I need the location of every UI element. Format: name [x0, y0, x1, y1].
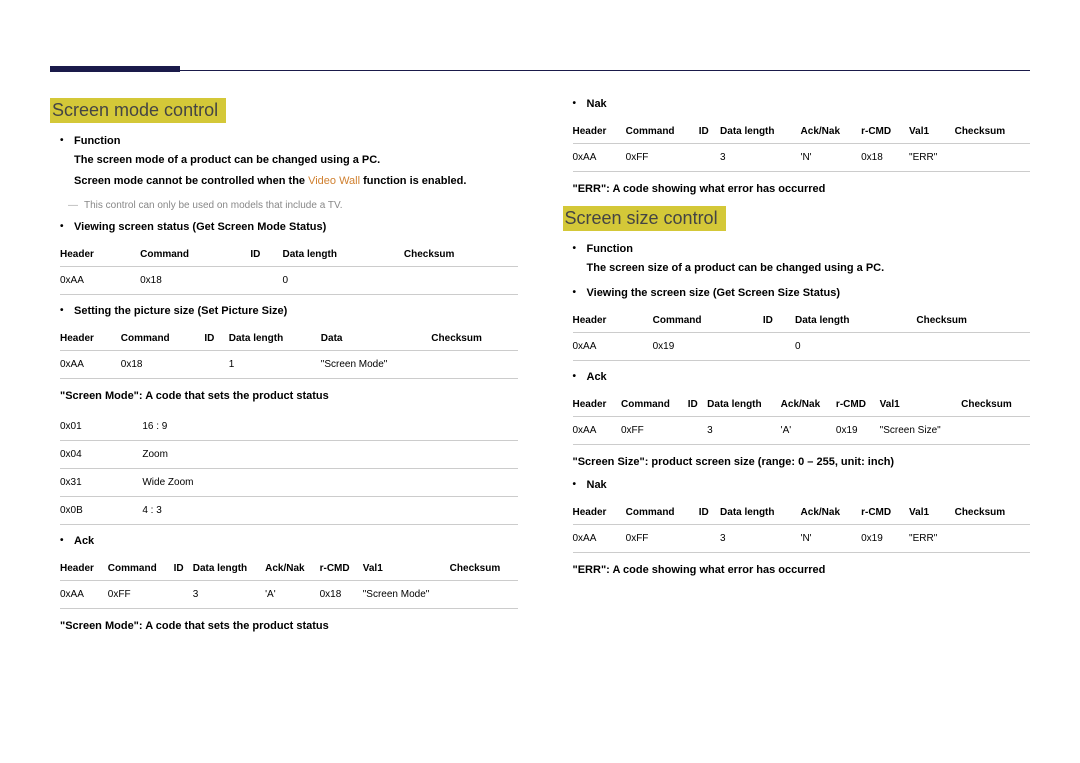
function-desc-size: The screen size of a product can be chan… [573, 261, 1031, 276]
left-column: Screen mode control Function The screen … [50, 98, 518, 643]
header-accent [50, 66, 180, 72]
ack-paragraph-mode: "Screen Mode": A code that sets the prod… [60, 619, 518, 633]
nak-table-mode: Header Command ID Data length Ack/Nak r-… [573, 120, 1031, 172]
nak-table-size: Header Command ID Data length Ack/Nak r-… [573, 501, 1031, 553]
setting-size-label: Setting the picture size (Set Picture Si… [60, 305, 518, 317]
nak-label-size: Nak [573, 479, 1031, 491]
section-title-screen-size: Screen size control [563, 206, 726, 231]
size-paragraph: "Screen Size": product screen size (rang… [573, 455, 1031, 469]
ack-label-size: Ack [573, 371, 1031, 383]
viewing-status-label: Viewing screen status (Get Screen Mode S… [60, 221, 518, 233]
video-wall-text: Video Wall [308, 175, 360, 187]
ack-table-size: Header Command ID Data length Ack/Nak r-… [573, 393, 1031, 445]
modes-paragraph: "Screen Mode": A code that sets the prod… [60, 389, 518, 403]
function-desc-2: Screen mode cannot be controlled when th… [60, 174, 518, 189]
header-rule [50, 70, 1030, 71]
view-size-table: Header Command ID Data length Checksum 0… [573, 309, 1031, 361]
ack-label-mode: Ack [60, 535, 518, 547]
view-status-table: Header Command ID Data length Checksum 0… [60, 243, 518, 295]
right-column: Nak Header Command ID Data length Ack/Na… [563, 98, 1031, 643]
content-columns: Screen mode control Function The screen … [50, 98, 1030, 643]
tv-model-note: This control can only be used on models … [74, 200, 518, 211]
function-label-size: Function [573, 243, 1031, 255]
modes-table: 0x0116 : 9 0x04Zoom 0x31Wide Zoom 0x0B4 … [60, 413, 518, 525]
nak-label-mode: Nak [573, 98, 1031, 110]
viewing-size-label: Viewing the screen size (Get Screen Size… [573, 287, 1031, 299]
function-desc-1: The screen mode of a product can be chan… [60, 153, 518, 168]
ack-table-mode: Header Command ID Data length Ack/Nak r-… [60, 557, 518, 609]
nak-paragraph-mode: "ERR": A code showing what error has occ… [573, 182, 1031, 196]
function-label: Function [60, 135, 518, 147]
set-size-table: Header Command ID Data length Data Check… [60, 327, 518, 379]
section-title-screen-mode: Screen mode control [50, 98, 226, 123]
nak-paragraph-size: "ERR": A code showing what error has occ… [573, 563, 1031, 577]
